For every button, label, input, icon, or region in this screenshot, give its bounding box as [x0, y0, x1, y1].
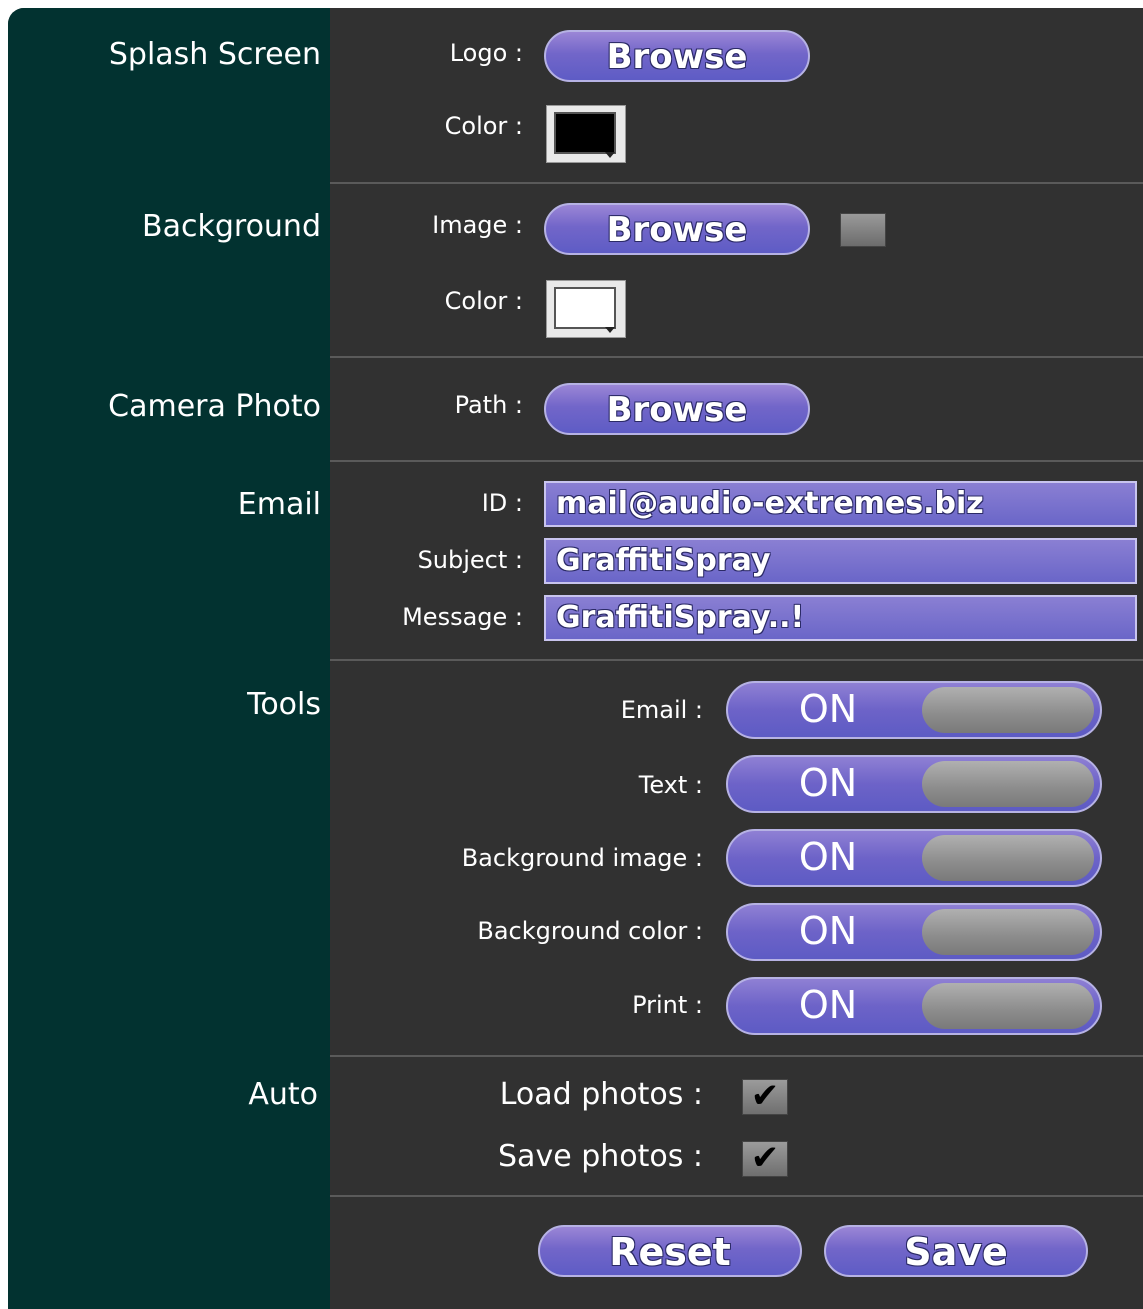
camera-path-label: Path :	[454, 391, 523, 419]
divider	[330, 1055, 1143, 1057]
section-label-background: Background	[142, 209, 321, 244]
load-photos-checkbox[interactable]: ✔	[742, 1079, 788, 1115]
email-subject-label: Subject :	[417, 546, 523, 574]
divider	[330, 182, 1143, 184]
splash-color-label: Color :	[444, 112, 523, 140]
switch-state-text: ON	[798, 909, 858, 953]
email-subject-field[interactable]: GraffitiSpray	[544, 538, 1137, 584]
dropdown-arrow-icon	[605, 152, 615, 158]
save-photos-label: Save photos :	[498, 1139, 703, 1174]
switch-knob	[922, 909, 1094, 955]
save-button[interactable]: Save	[824, 1225, 1088, 1277]
background-color-fill	[554, 287, 616, 329]
reset-button[interactable]: Reset	[538, 1225, 802, 1277]
background-image-toggle[interactable]	[840, 213, 886, 247]
email-message-label: Message :	[402, 603, 523, 631]
save-photos-checkbox[interactable]: ✔	[742, 1141, 788, 1177]
email-id-label: ID :	[481, 489, 523, 517]
settings-panel: Splash Screen Logo : Browse Color : Back…	[8, 8, 1143, 1309]
divider	[330, 356, 1143, 358]
email-id-field[interactable]: mail@audio-extremes.biz	[544, 481, 1137, 527]
background-image-browse-button[interactable]: Browse	[544, 203, 810, 255]
section-label-camera-photo: Camera Photo	[108, 389, 321, 424]
switch-knob	[922, 983, 1094, 1029]
tool-print-switch[interactable]: ON	[726, 977, 1102, 1035]
logo-label: Logo :	[449, 39, 523, 67]
tool-background-color-label: Background color :	[477, 917, 703, 945]
splash-color-fill	[554, 112, 616, 154]
switch-knob	[922, 835, 1094, 881]
tool-text-switch[interactable]: ON	[726, 755, 1102, 813]
switch-knob	[922, 687, 1094, 733]
section-sidebar	[8, 8, 330, 1309]
email-message-field[interactable]: GraffitiSpray..!	[544, 595, 1137, 641]
tool-background-image-label: Background image :	[461, 844, 703, 872]
divider	[330, 1195, 1143, 1197]
divider	[330, 659, 1143, 661]
divider	[330, 460, 1143, 462]
section-label-email: Email	[237, 487, 321, 522]
tool-email-switch[interactable]: ON	[726, 681, 1102, 739]
load-photos-label: Load photos :	[499, 1077, 703, 1112]
section-label-splash-screen: Splash Screen	[108, 37, 321, 72]
splash-color-picker[interactable]	[546, 105, 626, 163]
background-color-picker[interactable]	[546, 280, 626, 338]
switch-state-text: ON	[798, 835, 858, 879]
tool-text-label: Text :	[638, 771, 703, 799]
switch-knob	[922, 761, 1094, 807]
camera-path-browse-button[interactable]: Browse	[544, 383, 810, 435]
switch-state-text: ON	[798, 983, 858, 1027]
switch-state-text: ON	[798, 761, 858, 805]
section-label-auto: Auto	[248, 1077, 318, 1112]
switch-state-text: ON	[798, 687, 858, 731]
background-image-label: Image :	[432, 211, 523, 239]
background-color-label: Color :	[444, 287, 523, 315]
dropdown-arrow-icon	[605, 327, 615, 333]
section-label-tools: Tools	[247, 687, 321, 722]
tool-background-color-switch[interactable]: ON	[726, 903, 1102, 961]
tool-background-image-switch[interactable]: ON	[726, 829, 1102, 887]
tool-print-label: Print :	[632, 991, 703, 1019]
logo-browse-button[interactable]: Browse	[544, 30, 810, 82]
tool-email-label: Email :	[620, 696, 703, 724]
